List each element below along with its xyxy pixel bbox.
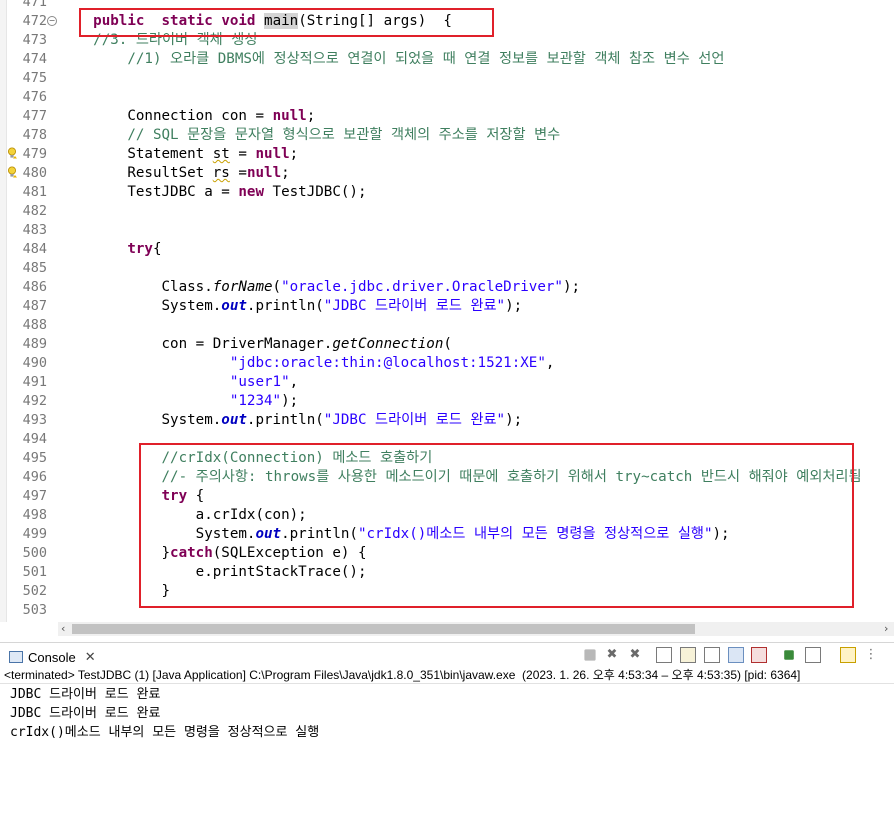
tab-console[interactable]: Console ✕ xyxy=(9,646,96,668)
code-line[interactable]: 485 xyxy=(0,259,894,278)
editor-horizontal-scrollbar[interactable]: ‹ › xyxy=(58,622,894,636)
line-number: 489 xyxy=(22,336,47,352)
line-number: 482 xyxy=(22,203,47,219)
fold-toggle-icon[interactable]: − xyxy=(47,16,57,26)
line-number: 478 xyxy=(22,127,47,143)
code-line[interactable]: 484 try{ xyxy=(0,240,894,259)
code-line[interactable]: 493 System.out.println("JDBC 드라이버 로드 완료"… xyxy=(0,411,894,430)
code-text: //1) 오라클 DBMS에 정상적으로 연결이 되었을 때 연결 정보를 보관… xyxy=(127,51,725,67)
console-output-line: JDBC 드라이버 로드 완료 xyxy=(10,706,161,721)
show-on-stderr-icon[interactable] xyxy=(751,647,767,663)
code-text: System.out.println("JDBC 드라이버 로드 완료"); xyxy=(161,412,523,428)
code-text: System.out.println("JDBC 드라이버 로드 완료"); xyxy=(161,298,523,314)
line-number: 501 xyxy=(22,564,47,580)
copy-icon[interactable] xyxy=(656,647,672,663)
console-status-line: <terminated> TestJDBC (1) [Java Applicat… xyxy=(0,667,894,684)
line-number: 474 xyxy=(22,51,47,67)
word-wrap-icon[interactable] xyxy=(704,647,720,663)
line-number: 475 xyxy=(22,70,47,86)
close-icon[interactable]: ✕ xyxy=(85,649,96,665)
remove-launch-icon[interactable]: ✖ xyxy=(604,647,620,663)
line-number: 476 xyxy=(22,89,47,105)
line-number: 493 xyxy=(22,412,47,428)
code-line[interactable]: 481 TestJDBC a = new TestJDBC(); xyxy=(0,183,894,202)
line-number: 473 xyxy=(22,32,47,48)
open-console-icon[interactable] xyxy=(840,647,856,663)
console-output-line: JDBC 드라이버 로드 완료 xyxy=(10,687,161,702)
line-number: 481 xyxy=(22,184,47,200)
line-number: 497 xyxy=(22,488,47,504)
line-number: 487 xyxy=(22,298,47,314)
line-number: 494 xyxy=(22,431,47,447)
code-line[interactable]: 478 // SQL 문장을 문자열 형식으로 보관할 객체의 주소를 저장할 … xyxy=(0,126,894,145)
code-line[interactable]: 476 xyxy=(0,88,894,107)
code-text: // SQL 문장을 문자열 형식으로 보관할 객체의 주소를 저장할 변수 xyxy=(127,127,561,143)
scroll-lock-icon[interactable] xyxy=(680,647,696,663)
tab-console-label: Console xyxy=(28,649,76,665)
code-line[interactable]: 489 con = DriverManager.getConnection( xyxy=(0,335,894,354)
code-text: Class.forName("oracle.jdbc.driver.Oracle… xyxy=(161,279,581,295)
code-line[interactable]: 477 Connection con = null; xyxy=(0,107,894,126)
line-number: 502 xyxy=(22,583,47,599)
code-line[interactable]: 492 "1234"); xyxy=(0,392,894,411)
console-view-tabbar: Console ✕ ✖ ✖ ⋮ xyxy=(0,642,894,668)
code-text: Statement st = null; xyxy=(127,146,299,162)
line-number: 484 xyxy=(22,241,47,257)
console-output-line: crIdx()메소드 내부의 모든 명령을 정상적으로 실행 xyxy=(10,725,320,740)
code-line[interactable]: 474 //1) 오라클 DBMS에 정상적으로 연결이 되었을 때 연결 정보… xyxy=(0,50,894,69)
show-on-stdout-icon[interactable] xyxy=(728,647,744,663)
code-line[interactable]: 482 xyxy=(0,202,894,221)
line-number: 498 xyxy=(22,507,47,523)
line-number: 483 xyxy=(22,222,47,238)
display-selected-console-icon[interactable] xyxy=(805,647,821,663)
terminate-icon[interactable] xyxy=(584,649,596,661)
line-number: 490 xyxy=(22,355,47,371)
code-text: "user1", xyxy=(229,374,299,390)
line-number: 495 xyxy=(22,450,47,466)
code-text: "1234"); xyxy=(229,393,299,409)
highlight-box-try-catch xyxy=(139,443,854,608)
code-line[interactable]: 483 xyxy=(0,221,894,240)
scrollbar-thumb[interactable] xyxy=(72,624,695,634)
console-icon xyxy=(9,651,23,663)
scroll-left-icon[interactable]: ‹ xyxy=(61,622,65,636)
line-number: 500 xyxy=(22,545,47,561)
code-text: ResultSet rs =null; xyxy=(127,165,290,181)
code-text: Connection con = null; xyxy=(127,108,316,124)
code-text: "jdbc:oracle:thin:@localhost:1521:XE", xyxy=(229,355,555,371)
code-text: TestJDBC a = new TestJDBC(); xyxy=(127,184,367,200)
line-number: 492 xyxy=(22,393,47,409)
line-number: 486 xyxy=(22,279,47,295)
scroll-right-icon[interactable]: › xyxy=(884,622,888,636)
code-line[interactable]: 475 xyxy=(0,69,894,88)
line-number: 488 xyxy=(22,317,47,333)
code-line[interactable]: 488 xyxy=(0,316,894,335)
code-line[interactable]: 487 System.out.println("JDBC 드라이버 로드 완료"… xyxy=(0,297,894,316)
code-line[interactable]: 479 Statement st = null; xyxy=(0,145,894,164)
line-number: 499 xyxy=(22,526,47,542)
line-number: 503 xyxy=(22,602,47,618)
pin-console-icon[interactable] xyxy=(784,650,794,660)
code-line[interactable]: 480 ResultSet rs =null; xyxy=(0,164,894,183)
line-number: 471 xyxy=(22,0,47,10)
line-number: 485 xyxy=(22,260,47,276)
highlight-box-main xyxy=(79,8,494,37)
warning-lightbulb-icon[interactable] xyxy=(7,166,17,178)
view-menu-icon[interactable]: ⋮ xyxy=(863,647,879,663)
code-line[interactable]: 486 Class.forName("oracle.jdbc.driver.Or… xyxy=(0,278,894,297)
line-number: 472 xyxy=(22,13,47,29)
code-text: try{ xyxy=(127,241,162,257)
line-number: 496 xyxy=(22,469,47,485)
remove-all-terminated-icon[interactable]: ✖ xyxy=(627,647,643,663)
code-line[interactable]: 490 "jdbc:oracle:thin:@localhost:1521:XE… xyxy=(0,354,894,373)
warning-lightbulb-icon[interactable] xyxy=(7,147,17,159)
code-editor[interactable]: 471 472− public static void main(String[]… xyxy=(0,0,894,622)
line-number: 477 xyxy=(22,108,47,124)
code-text: con = DriverManager.getConnection( xyxy=(161,336,452,352)
line-number: 491 xyxy=(22,374,47,390)
code-line[interactable]: 491 "user1", xyxy=(0,373,894,392)
